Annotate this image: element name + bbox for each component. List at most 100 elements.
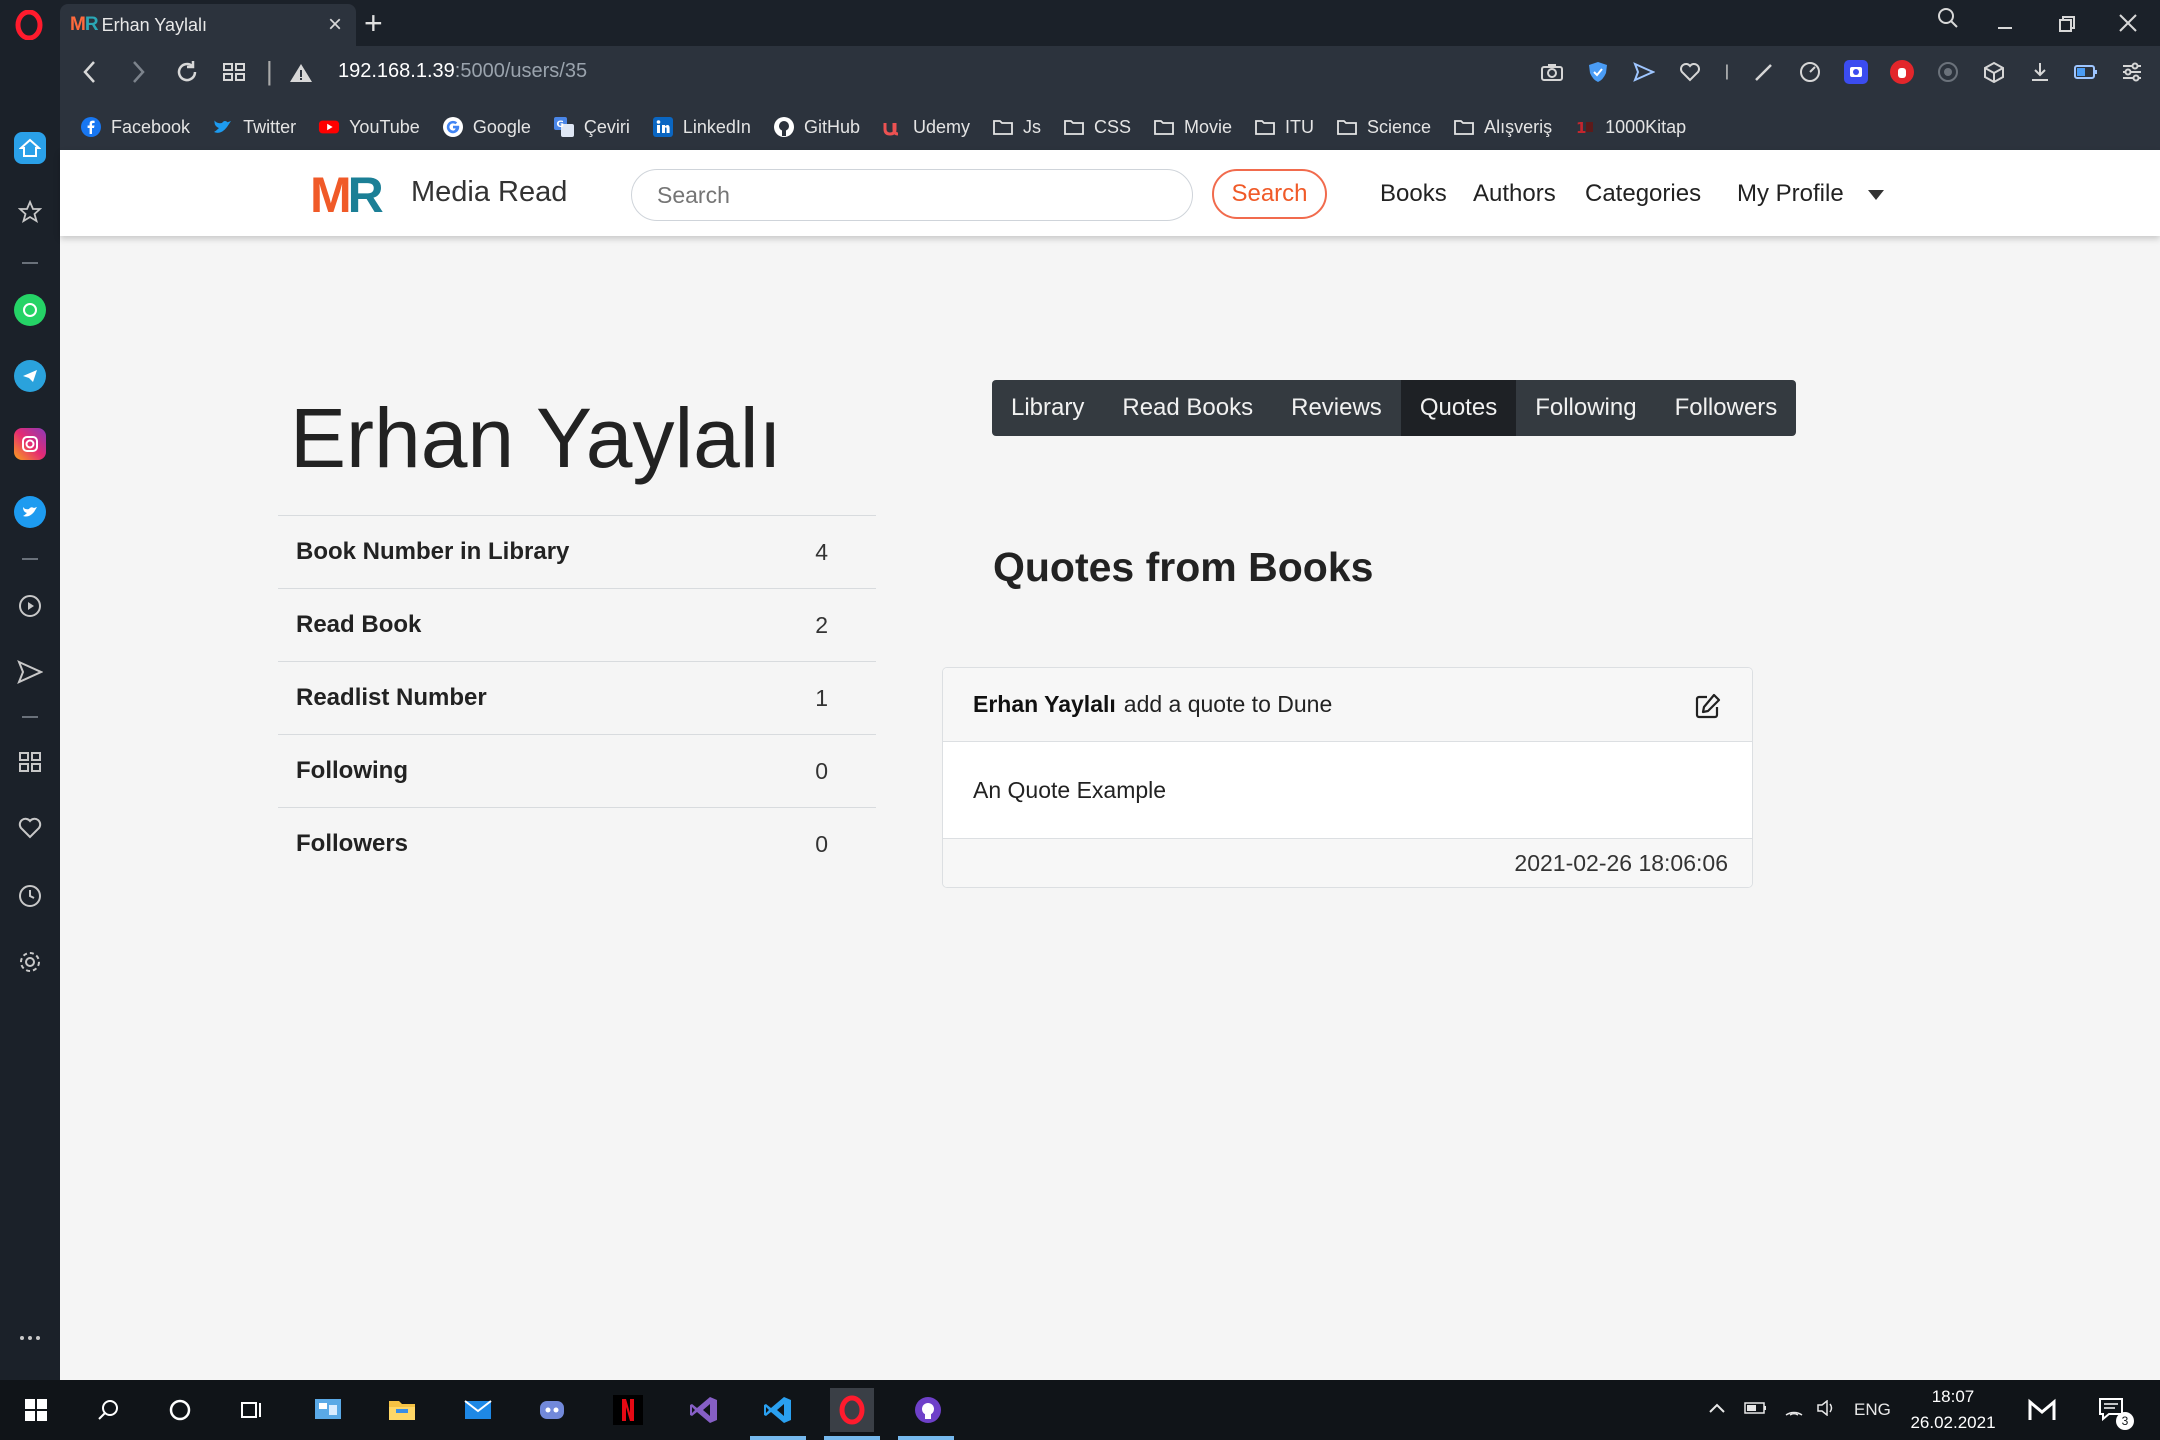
instagram-icon[interactable] [14,428,46,460]
workspaces-icon[interactable] [14,746,46,778]
send-icon[interactable] [1632,60,1656,84]
more-options-icon[interactable] [14,1322,46,1354]
wifi-icon[interactable] [1784,1400,1804,1421]
bookmark-twitter[interactable]: Twitter [212,116,296,138]
bookmark-al-veri-[interactable]: Alışveriş [1453,116,1552,138]
bookmark-github[interactable]: GitHub [773,116,860,138]
settings-gear-icon[interactable] [14,946,46,978]
brand-name[interactable]: Media Read [411,176,567,209]
flow-icon[interactable] [14,656,46,688]
tab-followers[interactable]: Followers [1656,380,1797,436]
battery-icon[interactable] [1744,1400,1768,1420]
tab-grid-icon[interactable] [222,58,246,92]
nav-link-categories[interactable]: Categories [1585,180,1701,208]
search-input[interactable] [631,169,1193,221]
cube-icon[interactable] [1982,60,2006,84]
vpn-icon[interactable] [1936,60,1960,84]
opera-logo-icon[interactable] [14,10,44,40]
bookmark-js[interactable]: Js [992,116,1041,138]
language-indicator[interactable]: ENG [1854,1400,1891,1420]
nav-link-authors[interactable]: Authors [1473,180,1556,208]
volume-icon[interactable] [1816,1399,1838,1421]
visual-studio-icon[interactable] [682,1388,726,1432]
warning-icon[interactable] [288,58,314,92]
speed-dial-icon[interactable] [1798,60,1822,84]
heart-icon[interactable] [1678,60,1702,84]
extension-blue-icon[interactable] [1844,60,1868,84]
snapshot-icon[interactable] [1540,60,1564,84]
bookmark--eviri[interactable]: G Çeviri [553,116,630,138]
bookmark-movie[interactable]: Movie [1153,116,1232,138]
opera-taskbar-icon[interactable] [830,1388,874,1432]
search-tabs-icon[interactable] [1936,6,1960,37]
pen-icon[interactable] [1752,60,1776,84]
bookmark-google[interactable]: Google [442,116,531,138]
file-explorer-icon[interactable] [380,1388,424,1432]
search-icon[interactable] [86,1388,130,1432]
bookmark-udemy[interactable]: Udemy [882,116,970,138]
sidebar-separator [22,558,38,560]
heart-sidebar-icon[interactable] [14,812,46,844]
restore-button[interactable] [2058,12,2076,40]
task-view-icon[interactable] [230,1388,274,1432]
mail-icon[interactable] [456,1388,500,1432]
svg-text:1: 1 [1576,119,1586,137]
notifications-icon[interactable]: 3 [2090,1388,2134,1432]
tab-quotes[interactable]: Quotes [1400,380,1517,436]
stat-row-followers: Followers 0 [278,807,876,880]
stat-label: Following [296,757,408,784]
cortana-icon[interactable] [158,1388,202,1432]
twitter-sidebar-icon[interactable] [14,496,46,528]
nav-link-books[interactable]: Books [1380,180,1447,208]
bookmark-linkedin[interactable]: LinkedIn [652,116,751,138]
easy-setup-icon[interactable] [2120,60,2144,84]
battery-saver-icon[interactable] [2074,60,2098,84]
github-desktop-icon[interactable] [906,1388,950,1432]
browser-title-bar: MR Erhan Yaylalı × + [0,0,2160,46]
browser-tab[interactable]: MR Erhan Yaylalı × [60,4,356,46]
system-clock[interactable]: 18:07 26.02.2021 [1890,1384,2016,1436]
bookmark-youtube[interactable]: YouTube [318,116,420,138]
bookmark-facebook[interactable]: Facebook [80,116,190,138]
quote-author[interactable]: Erhan Yaylalı [973,691,1116,718]
gmail-app-icon[interactable] [2020,1388,2064,1432]
close-window-button[interactable] [2118,12,2138,40]
profile-dropdown-caret-icon[interactable] [1868,190,1884,200]
minimize-button[interactable] [1996,12,2014,40]
download-icon[interactable] [2028,60,2052,84]
stat-value: 2 [815,611,828,638]
tab-reviews[interactable]: Reviews [1272,380,1401,436]
discord-icon[interactable] [530,1388,574,1432]
tab-following[interactable]: Following [1516,380,1655,436]
adblock-hand-icon[interactable] [1890,60,1914,84]
reload-icon[interactable] [174,58,200,92]
tab-read-books[interactable]: Read Books [1103,380,1272,436]
url-field[interactable]: 192.168.1.39:5000/users/35 [338,60,587,83]
home-icon[interactable] [14,132,46,164]
whatsapp-icon[interactable] [14,294,46,326]
history-clock-icon[interactable] [14,880,46,912]
edit-icon[interactable] [1694,692,1722,720]
tab-library[interactable]: Library [992,380,1103,436]
bookmark-1000kitap[interactable]: 1 1000Kitap [1574,116,1686,138]
back-button[interactable] [78,58,102,92]
bookmark-itu[interactable]: ITU [1254,116,1314,138]
nav-link-my-profile[interactable]: My Profile [1737,180,1844,208]
bookmark-css[interactable]: CSS [1063,116,1131,138]
forward-button[interactable] [126,58,150,92]
vscode-icon[interactable] [756,1388,800,1432]
netflix-icon[interactable] [606,1388,650,1432]
player-icon[interactable] [14,590,46,622]
tray-chevron-icon[interactable] [1708,1400,1726,1420]
star-icon[interactable] [14,196,46,228]
search-button[interactable]: Search [1212,169,1327,219]
telegram-icon[interactable] [14,360,46,392]
new-tab-button[interactable]: + [364,6,383,40]
bookmark-label: Google [472,116,531,137]
control-panel-icon[interactable] [306,1388,350,1432]
tab-close-icon[interactable]: × [328,13,342,37]
bookmark-science[interactable]: Science [1336,116,1431,138]
windows-start-icon[interactable] [14,1388,58,1432]
site-logo[interactable]: MR [310,170,384,220]
shield-icon[interactable] [1586,60,1610,84]
